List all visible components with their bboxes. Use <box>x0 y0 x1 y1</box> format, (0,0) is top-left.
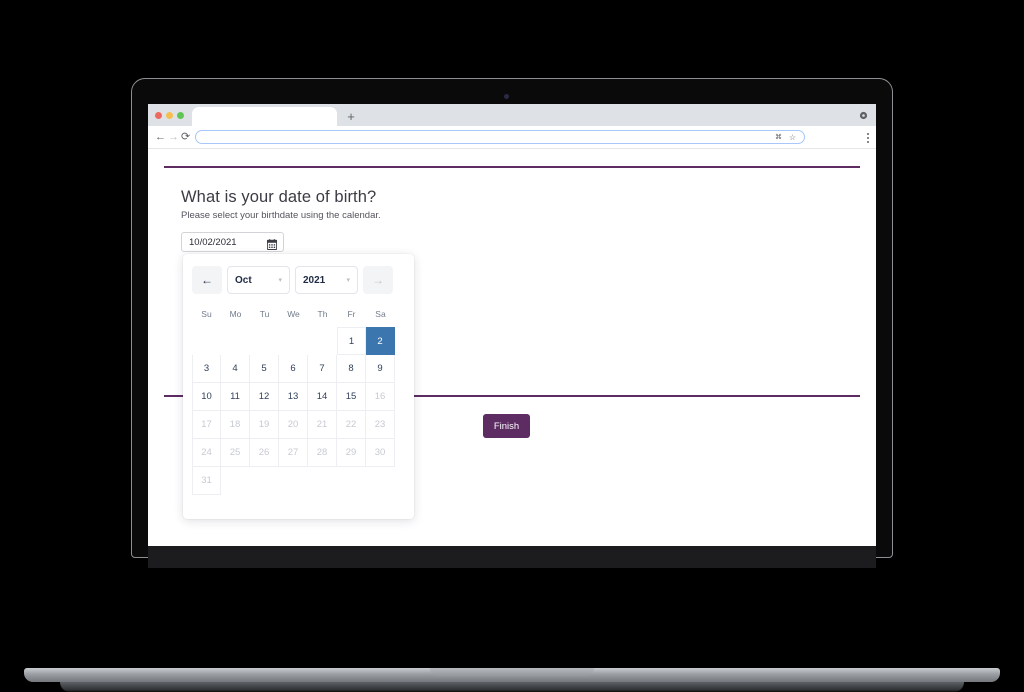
datepicker-week-row: 12 <box>192 327 405 355</box>
calendar-day[interactable]: 4 <box>221 355 250 383</box>
calendar-day[interactable]: 8 <box>337 355 366 383</box>
browser-menu-icon[interactable] <box>867 133 870 144</box>
calendar-day[interactable]: 14 <box>308 383 337 411</box>
calendar-day: 26 <box>250 439 279 467</box>
calendar-day: 19 <box>250 411 279 439</box>
page-subtitle: Please select your birthdate using the c… <box>181 210 381 221</box>
forward-icon[interactable]: → <box>168 131 179 143</box>
datepicker-week-row: 17 18 19 20 21 22 23 <box>192 411 405 439</box>
calendar-day: 27 <box>279 439 308 467</box>
datepicker-week-row: 31 <box>192 467 405 495</box>
datepicker-week-row: 10 11 12 13 14 15 16 <box>192 383 405 411</box>
datepicker-week-row: 3456789 <box>192 355 405 383</box>
calendar-day[interactable]: 15 <box>337 383 366 411</box>
datepicker-popup: ← Oct ▾ 2021 ▾ → Su Mo Tu We Th Fr Sa 12345678… <box>183 254 414 519</box>
calendar-day-empty <box>308 327 337 355</box>
weekday-label: Th <box>317 309 328 319</box>
calendar-day[interactable]: 5 <box>250 355 279 383</box>
webcam-icon <box>504 94 509 99</box>
date-input-value: 10/02/2021 <box>189 237 237 248</box>
calendar-day: 28 <box>308 439 337 467</box>
new-tab-button[interactable]: + <box>344 110 358 124</box>
weekday-label: Su <box>201 309 212 319</box>
calendar-day: 30 <box>366 439 395 467</box>
laptop-mockup: + ← → ⟳ ⌘ ☆ What is your date of birth? … <box>0 0 1024 692</box>
calendar-day-empty <box>279 467 308 495</box>
month-select-value: Oct <box>235 274 252 286</box>
calendar-day[interactable]: 12 <box>250 383 279 411</box>
calendar-day[interactable]: 1 <box>337 327 366 355</box>
calendar-day[interactable]: 11 <box>221 383 250 411</box>
calendar-icon[interactable] <box>266 237 278 250</box>
weekday-label: Mo <box>229 309 242 319</box>
top-divider <box>164 166 860 168</box>
weekday-label: Sa <box>375 309 386 319</box>
prev-month-button[interactable]: ← <box>192 266 222 294</box>
calendar-day-empty <box>221 467 250 495</box>
calendar-day: 25 <box>221 439 250 467</box>
calendar-day: 24 <box>192 439 221 467</box>
back-icon[interactable]: ← <box>155 131 166 143</box>
bookmark-star-icon[interactable]: ☆ <box>789 134 796 142</box>
calendar-day: 22 <box>337 411 366 439</box>
window-minimize-button[interactable] <box>166 112 173 119</box>
calendar-day-empty <box>250 327 279 355</box>
window-maximize-button[interactable] <box>177 112 184 119</box>
reload-icon[interactable]: ⟳ <box>181 131 190 143</box>
finish-button[interactable]: Finish <box>483 414 530 438</box>
page-title: What is your date of birth? <box>181 188 377 206</box>
share-icon[interactable]: ⌘ <box>775 134 782 141</box>
datepicker-grid: 1 2 3 4 5 6 7 8 9 10 11 12 13 14 15 16 17 18 19 20 21 22 23 24 2… <box>192 327 405 495</box>
calendar-day[interactable]: 7 <box>308 355 337 383</box>
next-month-button[interactable]: → <box>363 266 393 294</box>
calendar-day-empty <box>221 327 250 355</box>
browser-window: + ← → ⟳ ⌘ ☆ What is your date of birth? … <box>148 104 876 546</box>
gear-icon[interactable] <box>859 111 868 120</box>
weekday-label: Tu <box>259 309 270 319</box>
calendar-day: 23 <box>366 411 395 439</box>
calendar-day-empty <box>366 467 395 495</box>
calendar-day[interactable]: 13 <box>279 383 308 411</box>
laptop-base-notch <box>430 668 594 677</box>
calendar-day[interactable]: 6 <box>279 355 308 383</box>
calendar-day: 20 <box>279 411 308 439</box>
calendar-day-empty <box>192 327 221 355</box>
browser-tab[interactable] <box>192 107 337 126</box>
date-input[interactable]: 10/02/2021 <box>181 232 284 252</box>
weekday-label: We <box>287 309 300 319</box>
calendar-day: 16 <box>366 383 395 411</box>
year-select[interactable]: 2021 ▾ <box>295 266 358 294</box>
datepicker-header: ← Oct ▾ 2021 ▾ → <box>192 266 405 294</box>
calendar-day[interactable]: 2 <box>366 327 395 355</box>
calendar-day[interactable]: 3 <box>192 355 221 383</box>
calendar-day-empty <box>308 467 337 495</box>
calendar-day-empty <box>250 467 279 495</box>
browser-toolbar: ← → ⟳ ⌘ ☆ <box>148 126 876 149</box>
laptop-hinge <box>148 546 876 568</box>
year-select-value: 2021 <box>303 274 326 286</box>
calendar-day: 18 <box>221 411 250 439</box>
chevron-down-icon: ▾ <box>346 276 350 284</box>
chevron-down-icon: ▾ <box>278 276 282 284</box>
calendar-day-empty <box>337 467 366 495</box>
address-bar[interactable]: ⌘ ☆ <box>195 130 805 144</box>
weekday-label: Fr <box>347 309 356 319</box>
calendar-day[interactable]: 10 <box>192 383 221 411</box>
window-close-button[interactable] <box>155 112 162 119</box>
calendar-day-empty <box>279 327 308 355</box>
page-content: What is your date of birth? Please selec… <box>148 149 876 546</box>
calendar-day: 21 <box>308 411 337 439</box>
month-select[interactable]: Oct ▾ <box>227 266 290 294</box>
calendar-day[interactable]: 9 <box>366 355 395 383</box>
datepicker-week-row: 24 25 26 27 28 29 30 <box>192 439 405 467</box>
datepicker-weekday-row: Su Mo Tu We Th Fr Sa <box>192 304 405 324</box>
calendar-day: 29 <box>337 439 366 467</box>
calendar-day: 31 <box>192 467 221 495</box>
calendar-day: 17 <box>192 411 221 439</box>
browser-tab-strip: + <box>148 104 876 126</box>
